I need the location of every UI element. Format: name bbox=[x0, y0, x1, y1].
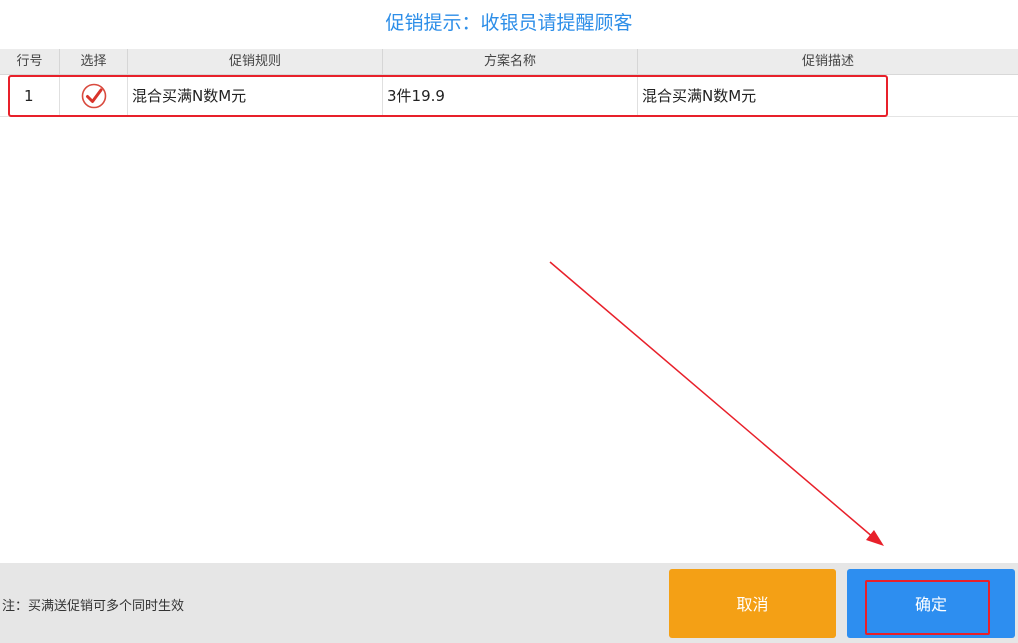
cell-select[interactable] bbox=[60, 75, 128, 117]
cell-plan-name: 3件19.9 bbox=[383, 75, 638, 117]
cancel-button[interactable]: 取消 bbox=[669, 569, 836, 638]
dialog-title: 促销提示：收银员请提醒顾客 bbox=[385, 12, 633, 34]
column-header-description: 促销描述 bbox=[801, 54, 854, 69]
checkmark-circle-icon[interactable] bbox=[81, 83, 107, 109]
column-header-rule: 促销规则 bbox=[128, 49, 383, 75]
footer-note: 注：买满送促销可多个同时生效 bbox=[2, 599, 185, 614]
column-header-select: 选择 bbox=[60, 49, 128, 75]
promotion-table: 行号 选择 促销规则 方案名称 促销描述 1 混合买满N数M元 3件19.9 混… bbox=[0, 49, 1018, 117]
cell-description: 混合买满N数M元 bbox=[642, 87, 757, 105]
table-row[interactable]: 1 混合买满N数M元 3件19.9 混合买满N数M元 bbox=[0, 75, 1018, 117]
column-header-plan-name: 方案名称 bbox=[383, 49, 638, 75]
column-header-row-no: 行号 bbox=[0, 49, 60, 75]
confirm-button[interactable]: 确定 bbox=[847, 569, 1015, 638]
table-header: 行号 选择 促销规则 方案名称 促销描述 bbox=[0, 49, 1018, 75]
cell-rule: 混合买满N数M元 bbox=[128, 75, 383, 117]
cell-row-no: 1 bbox=[0, 75, 60, 117]
